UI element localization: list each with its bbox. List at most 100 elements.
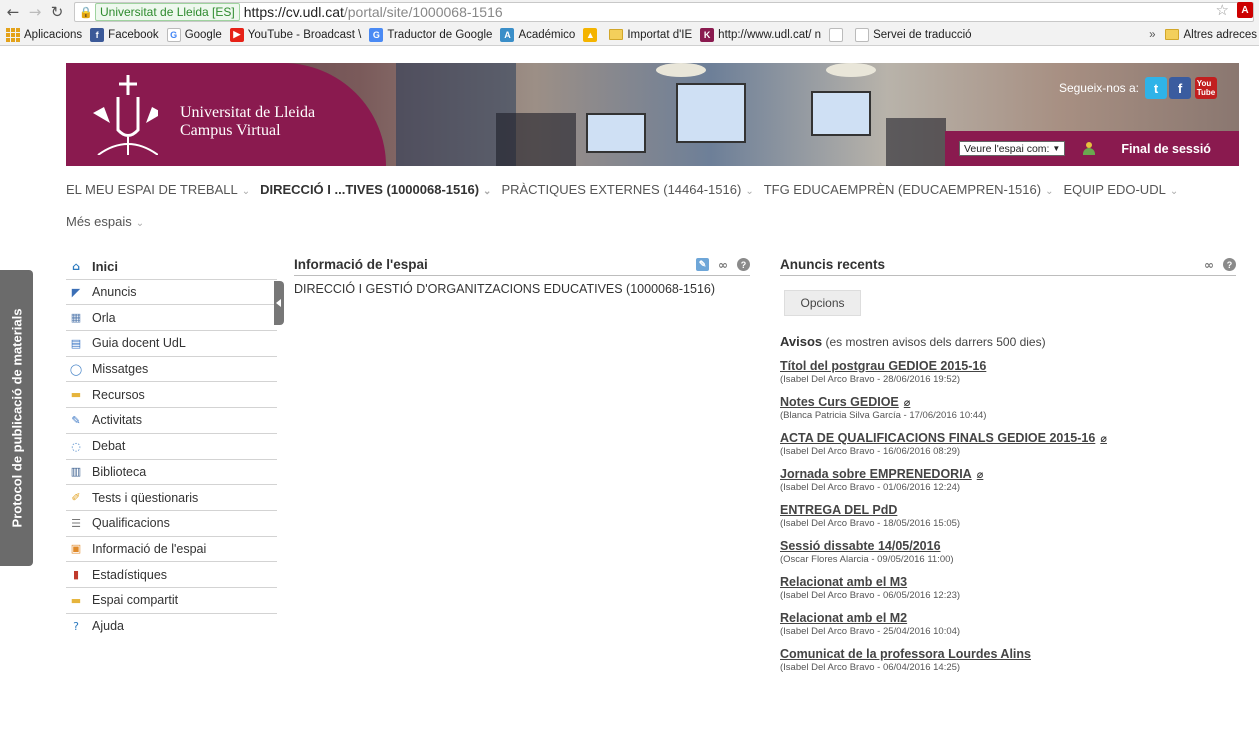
options-button[interactable]: Opcions [784, 290, 861, 316]
announcement-item: ENTREGA DEL PdD (Isabel Del Arco Bravo - … [780, 503, 1236, 529]
chevron-down-icon[interactable]: ⌄ [242, 186, 250, 197]
announcement-link[interactable]: Comunicat de la professora Lourdes Alins [780, 647, 1236, 661]
chevron-down-icon[interactable]: ⌄ [1045, 186, 1053, 197]
bookmark-item[interactable]: ▲ [583, 27, 601, 42]
twitter-icon[interactable]: t [1145, 77, 1167, 99]
site-tab[interactable]: EQUIP EDO-UDL ⌄ [1063, 175, 1178, 207]
folder-icon [609, 29, 624, 40]
edit-icon[interactable]: ✎ [696, 258, 709, 271]
youtube-icon[interactable]: You Tube [1195, 77, 1217, 99]
site-tab[interactable]: TFG EDUCAEMPRÈN (EDUCAEMPREN-1516) ⌄ [764, 175, 1054, 207]
home-icon: ⌂ [72, 259, 80, 273]
link-icon[interactable]: ∞ [1201, 258, 1217, 272]
announcement-link[interactable]: ENTREGA DEL PdD [780, 503, 1236, 517]
announcement-meta: (Isabel Del Arco Bravo - 18/05/2016 15:0… [780, 518, 961, 529]
bookmark-item[interactable] [829, 27, 847, 42]
menu-item[interactable]: ▮ Estadístiques [66, 562, 277, 588]
bookmark-item[interactable]: Khttp://www.udl.cat/ n [700, 27, 821, 42]
bookmark-item[interactable]: A Académico [500, 27, 576, 42]
chevron-down-icon[interactable]: ⌄ [136, 218, 144, 229]
menu-item-label: Anuncis [92, 285, 137, 300]
menu-item[interactable]: ▣ Informació de l'espai [66, 537, 277, 563]
menu-item[interactable]: ▬ Espai compartit [66, 588, 277, 614]
menu-item[interactable]: ▬ Recursos [66, 382, 277, 409]
reload-icon[interactable]: ↻ [48, 3, 66, 21]
announcement-meta: (Isabel Del Arco Bravo - 06/05/2016 12:2… [780, 590, 961, 601]
bookmark-item[interactable]: f Facebook [90, 27, 159, 42]
facebook-icon: f [90, 27, 105, 42]
announcement-title: Comunicat de la professora Lourdes Alins [780, 647, 1031, 661]
announcement-link[interactable]: Sessió dissabte 14/05/2016 [780, 539, 1236, 553]
menu-item-label: Inici [92, 258, 119, 274]
announcement-link[interactable]: Títol del postgrau GEDIOE 2015-16 [780, 359, 1236, 373]
announcement-title: Sessió dissabte 14/05/2016 [780, 539, 941, 553]
menu-item[interactable]: ✎ Activitats [66, 408, 277, 434]
portlet-title: Anuncis recents [780, 257, 886, 272]
announcement-link[interactable]: Relacionat amb el M3 [780, 575, 1236, 589]
site-tab-label: TFG EDUCAEMPRÈN (EDUCAEMPREN-1516) [763, 182, 1042, 197]
menu-item[interactable]: ▦ Orla [66, 305, 277, 332]
announcement-link[interactable]: Notes Curs GEDIOE ⌀ [780, 395, 1236, 409]
link-icon[interactable]: ∞ [715, 258, 731, 272]
message-icon: ◯ [69, 362, 83, 376]
announcement-item: Notes Curs GEDIOE ⌀ (Blanca Patricia Silva… [780, 395, 1236, 421]
drive-icon: ▲ [583, 27, 598, 42]
announcement-link[interactable]: Jornada sobre EMPRENEDORIA ⌀ [780, 467, 1236, 481]
announcement-link[interactable]: ACTA DE QUALIFICACIONS FINALS GEDIOE 201… [780, 431, 1236, 445]
address-bar[interactable]: 🔒 Universitat de Lleida [ES] https://cv.… [74, 2, 1254, 22]
bookmark-item[interactable]: ▶ YouTube - Broadcast \ [229, 27, 361, 42]
bookmark-label: Académico [518, 28, 576, 41]
menu-item[interactable]: ? Ajuda [66, 614, 277, 640]
menu-item[interactable]: ☰ Qualificacions [66, 511, 277, 537]
site-tab[interactable]: EL MEU ESPAI DE TREBALL ⌄ [66, 175, 250, 207]
collapse-menu-handle[interactable] [274, 281, 284, 325]
site-tab[interactable]: Més espais ⌄ [66, 207, 144, 239]
back-icon[interactable]: ← [4, 3, 22, 21]
announcement-item: Relacionat amb el M2 (Isabel Del Arco Bra… [780, 611, 1236, 637]
help-icon[interactable]: ? [1223, 258, 1236, 271]
menu-item[interactable]: ⌂ Inici [66, 254, 277, 280]
announcement-item: Títol del postgrau GEDIOE 2015-16 (Isabel… [780, 359, 1236, 385]
menu-item[interactable]: ◯ Missatges [66, 357, 277, 383]
site-tab[interactable]: DIRECCIÓ I ...TIVES (1000068-1516) ⌄ [260, 175, 491, 207]
bookmark-label: Servei de traducció [873, 28, 972, 41]
menu-item[interactable]: ▥ Biblioteca [66, 460, 277, 486]
youtube-icon: ▶ [229, 27, 244, 42]
menu-item[interactable]: ✐ Tests i qüestionaris [66, 485, 277, 511]
bookmarks-overflow[interactable]: » [1149, 29, 1155, 41]
site-tab-label: Més espais [66, 214, 132, 229]
bookmark-item[interactable]: Aplicacions [6, 27, 82, 42]
site-tab[interactable]: PRÀCTIQUES EXTERNES (14464-1516) ⌄ [501, 175, 753, 207]
chat-icon: ◌ [71, 439, 81, 453]
bookmark-item[interactable]: G Traductor de Google [369, 27, 493, 42]
menu-item[interactable]: ◌ Debat [66, 434, 277, 460]
info-board-icon: ▣ [70, 542, 82, 556]
facebook-icon[interactable]: f [1169, 77, 1191, 99]
bookmark-item[interactable]: Importat d'IE [609, 29, 692, 41]
pdf-extension-icon[interactable]: A [1237, 2, 1253, 18]
bookmark-item[interactable]: Servei de traducció [855, 27, 972, 42]
chevron-down-icon[interactable]: ⌄ [745, 186, 753, 197]
translate-icon: G [369, 27, 384, 42]
bookmark-item[interactable]: G Google [166, 27, 222, 42]
logo-area[interactable]: Universitat de Lleida Campus Virtual [66, 63, 386, 166]
browser-toolbar: ← → ↻ 🔒 Universitat de Lleida [ES] https… [0, 0, 1259, 24]
menu-item[interactable]: ◤ Anuncis [66, 280, 277, 306]
portlet-header: Informació de l'espai ✎ ∞ ? [294, 254, 750, 276]
menu-item-label: Missatges [92, 362, 149, 377]
announcement-title: ENTREGA DEL PdD [780, 503, 898, 517]
chevron-down-icon[interactable]: ⌄ [483, 186, 491, 197]
other-bookmarks[interactable]: Altres adreces [1165, 29, 1257, 41]
bookmark-star-icon[interactable]: ☆ [1216, 1, 1229, 19]
logout-link[interactable]: Final de sessió [1121, 142, 1211, 156]
secure-badge: Universitat de Lleida [ES] [95, 3, 240, 21]
bookmark-label: Traductor de Google [387, 28, 493, 41]
announcement-link[interactable]: Relacionat amb el M2 [780, 611, 1236, 625]
forward-icon[interactable]: → [26, 3, 44, 21]
menu-item[interactable]: ▤ Guia docent UdL [66, 331, 277, 357]
help-icon[interactable]: ? [737, 258, 750, 271]
publication-protocol-tab[interactable]: Protocol de publicació de materials [0, 270, 33, 566]
tool-menu: ⌂ Inici ◤ Anuncis ▦ Orla ▤ Guia docent UdL ◯ Miss… [66, 254, 277, 639]
chevron-down-icon[interactable]: ⌄ [1170, 186, 1178, 197]
view-as-select[interactable]: Veure l'espai com: ▼ [959, 141, 1066, 156]
